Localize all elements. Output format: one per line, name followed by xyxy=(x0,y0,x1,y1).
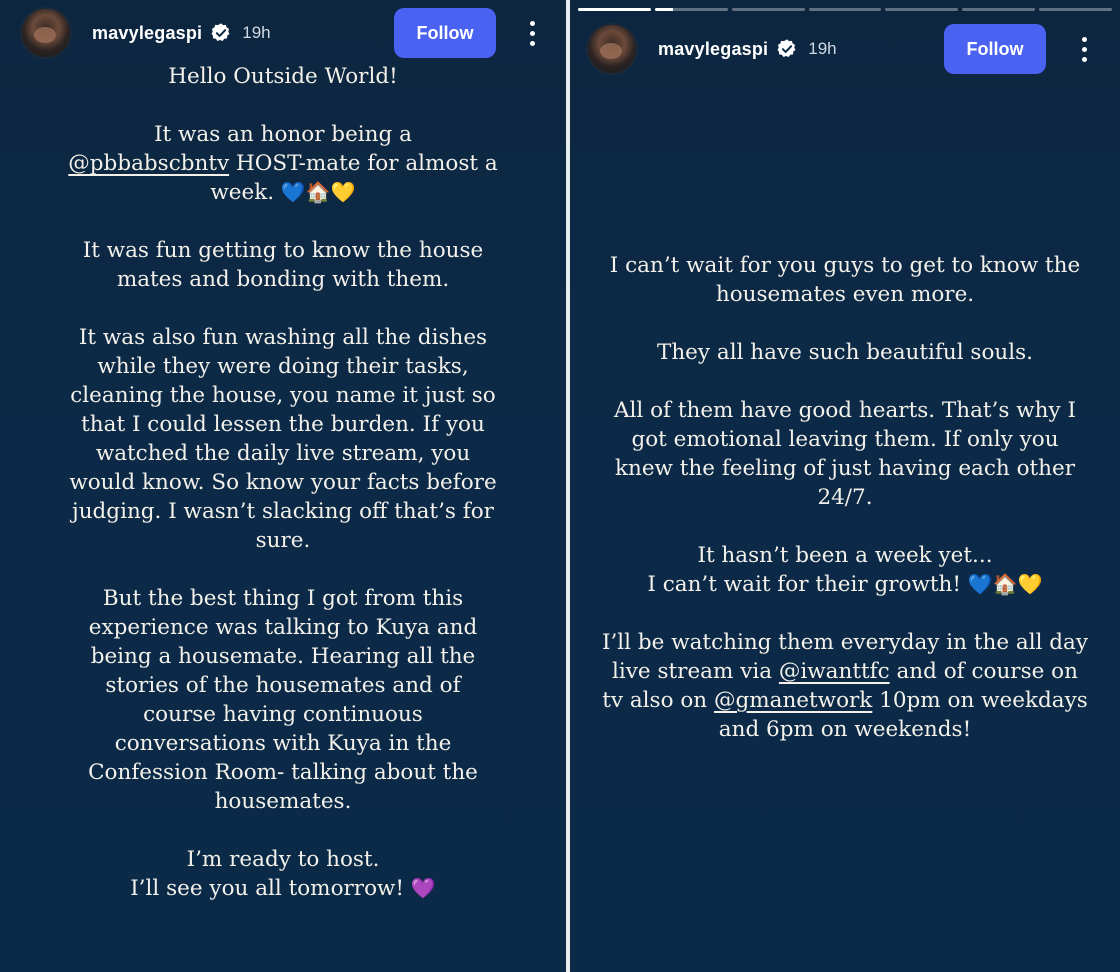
story-paragraph: Hello Outside World! xyxy=(168,64,398,89)
story-paragraph: All of them have good hearts. That’s why… xyxy=(614,398,1076,510)
post-time: 19h xyxy=(808,39,837,58)
more-vertical-icon[interactable] xyxy=(518,8,546,58)
progress-segment xyxy=(885,8,959,11)
avatar[interactable] xyxy=(586,23,638,75)
story-paragraph: I’ll be watching them everyday in the al… xyxy=(600,628,1090,744)
story-text-segment: It hasn’t been a week yet... xyxy=(697,543,993,568)
story-text: Hello Outside World! It was an honor bei… xyxy=(66,62,500,903)
emoji: 💙🏠💛 xyxy=(967,572,1043,596)
story-paragraph: They all have such beautiful souls. xyxy=(656,340,1034,365)
progress-segment-fill xyxy=(654,8,674,11)
verified-badge-icon xyxy=(777,39,796,57)
more-vertical-icon[interactable] xyxy=(1070,24,1098,74)
story-paragraph: It was an honor being a @pbbabscbntv HOST… xyxy=(66,120,500,207)
story-text-segment: I’ll see you all tomorrow! xyxy=(130,876,405,901)
story-header: mavylegaspi 19h Follow xyxy=(570,23,1120,75)
follow-button[interactable]: Follow xyxy=(394,8,496,58)
post-time: 19h xyxy=(242,23,271,42)
story-paragraph: I’m ready to host. I’ll see you all tomor… xyxy=(66,845,500,903)
progress-segment xyxy=(1039,8,1113,11)
story-progress-bar xyxy=(578,8,1113,11)
story-text: I can’t wait for you guys to get to know… xyxy=(600,251,1090,744)
story-text-segment: I’m ready to host. xyxy=(186,847,380,872)
story-paragraph: It was fun getting to know the house mat… xyxy=(82,238,484,292)
story-paragraph: It hasn’t been a week yet... I can’t wait… xyxy=(600,541,1090,599)
follow-button[interactable]: Follow xyxy=(944,24,1046,74)
username[interactable]: mavylegaspi xyxy=(92,23,202,44)
progress-segment xyxy=(654,8,728,11)
progress-segment xyxy=(962,8,1036,11)
story-text-segment: It was an honor being a xyxy=(154,122,412,147)
emoji: 💙🏠💛 xyxy=(280,180,356,204)
avatar[interactable] xyxy=(20,7,72,59)
username[interactable]: mavylegaspi xyxy=(658,39,768,60)
verified-badge-icon xyxy=(211,23,230,41)
story-paragraph: It was also fun washing all the dishes w… xyxy=(69,325,497,553)
screenshot: mavylegaspi 19h Follow Hello Outside Wor… xyxy=(0,0,1120,972)
mention-link-pbbabscbntv[interactable]: @pbbabscbntv xyxy=(68,151,229,176)
story-panel-left[interactable]: mavylegaspi 19h Follow Hello Outside Wor… xyxy=(0,0,566,972)
mention-link-iwanttfc[interactable]: @iwanttfc xyxy=(779,659,890,684)
story-paragraph: But the best thing I got from this exper… xyxy=(88,586,478,814)
story-header: mavylegaspi 19h Follow xyxy=(0,7,566,59)
progress-segment xyxy=(731,8,805,11)
story-panel-right[interactable]: mavylegaspi 19h Follow I can’t wait for … xyxy=(570,0,1120,972)
emoji: 💜 xyxy=(410,876,436,900)
mention-link-gmanetwork[interactable]: @gmanetwork xyxy=(714,688,872,713)
story-text-segment: I can’t wait for their growth! xyxy=(647,572,962,597)
story-paragraph: I can’t wait for you guys to get to know… xyxy=(609,253,1081,307)
progress-segment-fill xyxy=(578,8,651,11)
progress-segment xyxy=(578,8,651,11)
progress-segment xyxy=(808,8,882,11)
